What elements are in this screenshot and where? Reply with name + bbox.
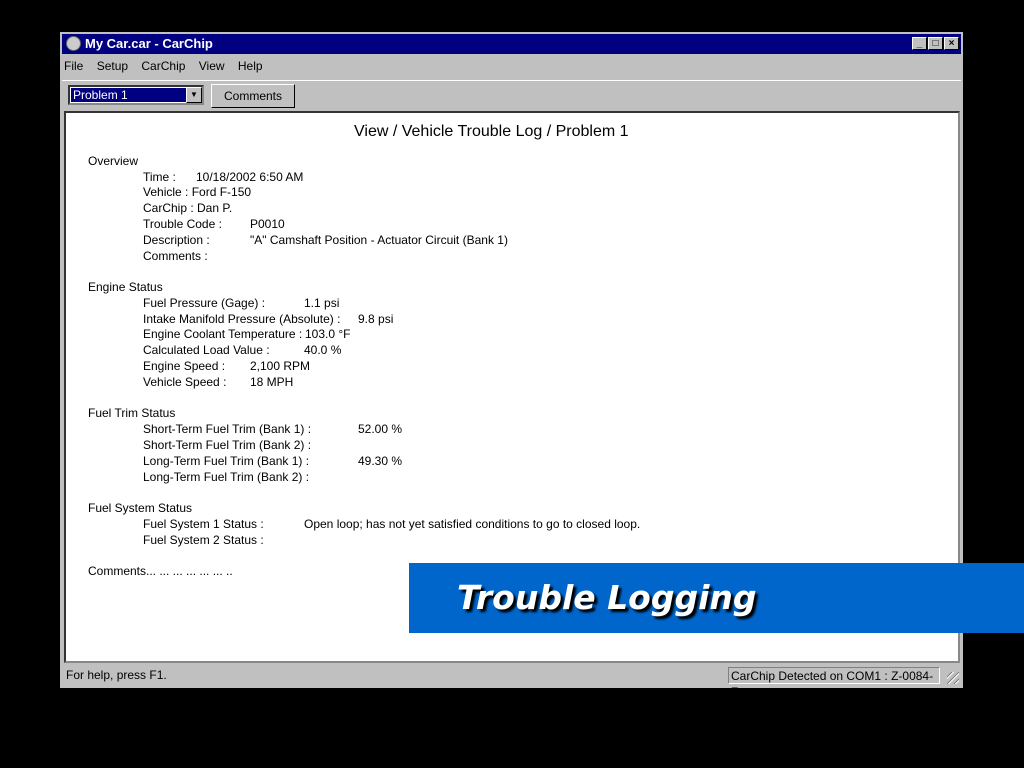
desc-label: Description : (143, 233, 210, 247)
row-label: Engine Coolant Temperature : (143, 327, 303, 341)
row-label: Long-Term Fuel Trim (Bank 2) : (143, 470, 310, 484)
comments-label: Comments : (143, 249, 208, 263)
status-bar: For help, press F1. CarChip Detected on … (62, 665, 961, 699)
time-label: Time : (143, 170, 176, 184)
page-title: View / Vehicle Trouble Log / Problem 1 (354, 123, 629, 140)
row-label: Short-Term Fuel Trim (Bank 1) : (143, 422, 312, 436)
menu-setup[interactable]: Setup (97, 59, 128, 73)
slide-banner: Trouble Logging (409, 563, 1024, 633)
code-value: P0010 (250, 217, 285, 231)
section-fuel-trim: Fuel Trim Status (88, 406, 176, 420)
section-overview: Overview (88, 154, 139, 168)
toolbar: Problem 1 ▼ Comments (62, 80, 961, 111)
comments-footer: Comments... ... ... ... ... ... .. (88, 564, 233, 578)
maximize-button[interactable]: □ (928, 37, 943, 50)
row-value: 52.00 % (358, 422, 403, 436)
status-help: For help, press F1. (66, 668, 167, 682)
menu-view[interactable]: View (199, 59, 225, 73)
minimize-button[interactable]: _ (912, 37, 927, 50)
section-engine: Engine Status (88, 280, 163, 294)
resize-grip[interactable] (947, 672, 959, 684)
app-icon (66, 36, 81, 51)
row-label: Fuel Pressure (Gage) : (143, 296, 266, 310)
carchip-row: CarChip : Dan P. (143, 201, 233, 215)
menu-bar: File Setup CarChip View Help (64, 56, 273, 76)
vehicle-row: Vehicle : Ford F-150 (143, 185, 252, 199)
chevron-down-icon[interactable]: ▼ (186, 87, 202, 103)
title-bar: My Car.car - CarChip _ □ × (62, 34, 961, 54)
row-value: 103.0 °F (305, 327, 351, 341)
row-label: Short-Term Fuel Trim (Bank 2) : (143, 438, 312, 452)
banner-title: Trouble Logging (457, 578, 757, 617)
row-label: Intake Manifold Pressure (Absolute) : (143, 312, 341, 326)
section-fuel-system: Fuel System Status (88, 501, 193, 515)
problem-select[interactable]: Problem 1 ▼ (68, 85, 204, 105)
comments-button[interactable]: Comments (211, 84, 295, 108)
status-device: CarChip Detected on COM1 : Z-0084-Z (728, 667, 940, 699)
time-value: 10/18/2002 6:50 AM (196, 170, 304, 184)
row-label: Long-Term Fuel Trim (Bank 1) : (143, 454, 310, 468)
close-button[interactable]: × (944, 37, 959, 50)
row-value: 1.1 psi (304, 296, 340, 310)
row-value: 18 MPH (250, 375, 294, 389)
code-label: Trouble Code : (143, 217, 222, 231)
row-value: 9.8 psi (358, 312, 394, 326)
row-label: Vehicle Speed : (143, 375, 227, 389)
row-label: Fuel System 1 Status : (143, 517, 264, 531)
row-label: Engine Speed : (143, 359, 226, 373)
desc-value: "A" Camshaft Position - Actuator Circuit… (250, 233, 508, 247)
menu-carchip[interactable]: CarChip (141, 59, 185, 73)
row-label: Fuel System 2 Status : (143, 533, 264, 547)
window-title: My Car.car - CarChip (85, 36, 213, 51)
row-value: 49.30 % (358, 454, 403, 468)
row-value: Open loop; has not yet satisfied conditi… (304, 517, 641, 531)
row-value: 2,100 RPM (250, 359, 311, 373)
problem-select-value: Problem 1 (71, 88, 187, 102)
menu-help[interactable]: Help (238, 59, 263, 73)
menu-file[interactable]: File (64, 59, 83, 73)
row-label: Calculated Load Value : (143, 343, 270, 357)
row-value: 40.0 % (304, 343, 342, 357)
